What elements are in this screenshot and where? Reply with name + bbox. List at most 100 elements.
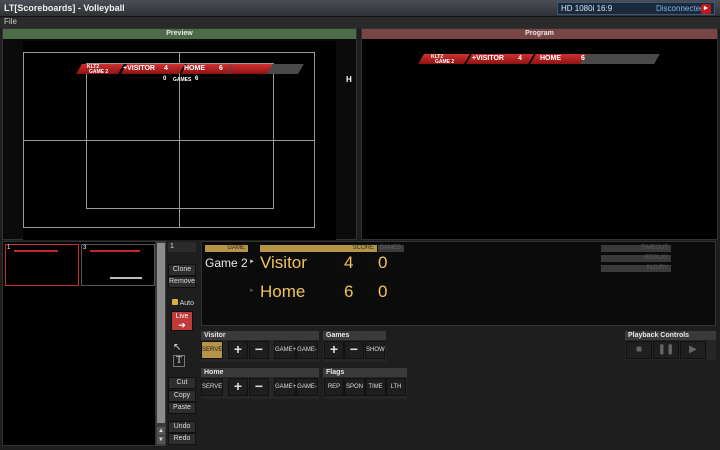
thumbnail-bar <box>90 250 140 252</box>
lt-home: HOME <box>184 65 205 72</box>
games-show-button[interactable]: SHOW <box>365 341 385 359</box>
prog-lt-home-score: 6 <box>581 55 585 62</box>
disconnect-icon[interactable]: ► <box>701 4 711 14</box>
playback-title: Playback Controls <box>625 331 716 340</box>
play-button[interactable]: ▶ <box>680 341 706 359</box>
auto-icon <box>172 299 178 305</box>
visitor-game-plus-button[interactable]: GAME+ <box>274 341 296 359</box>
visitor-game-minus-button[interactable]: GAME- <box>296 341 318 359</box>
thumbnail-index: 3 <box>83 245 87 251</box>
pause-button[interactable]: ❚❚ <box>653 341 679 359</box>
program-pane: Program KLT2 GAME 2 +VISITOR 4 HOME 6 <box>361 28 718 240</box>
visitor-serve-button[interactable]: SERVE <box>201 341 223 359</box>
visitor-team: Visitor <box>260 253 307 272</box>
game-header: GAME <box>205 245 248 252</box>
thumbnail-1[interactable]: 1 <box>5 244 79 286</box>
prog-lt-home: HOME <box>540 55 561 62</box>
visitor-sets: 0 <box>378 253 388 272</box>
timeout-flag: TIMEOUT <box>601 245 671 252</box>
arrow-right-icon: ➔ <box>178 320 186 330</box>
thumbnail-bar-lower <box>110 277 142 279</box>
scroll-down-icon[interactable]: ▼ <box>157 436 165 444</box>
connection-status: Disconnected <box>656 4 705 13</box>
menu-bar: File <box>0 17 720 28</box>
home-minus-button[interactable]: − <box>249 378 269 396</box>
flag-lth-button[interactable]: LTH <box>386 378 406 396</box>
title-bar: LT[Scoreboards] - Volleyball HD 1080i 16… <box>0 0 720 17</box>
program-header: Program <box>362 29 717 39</box>
lower-third-program: KLT2 GAME 2 +VISITOR 4 HOME 6 <box>417 54 662 66</box>
page-thumbnails: 1 3 <box>2 241 156 446</box>
home-score: 6 <box>344 282 354 301</box>
visitor-panel-title: Visitor <box>201 331 319 340</box>
layer-number: 1 <box>168 242 196 252</box>
text-tool-icon[interactable]: T <box>173 355 185 367</box>
auto-label: Auto <box>179 300 194 307</box>
game-label: Game 2 <box>205 256 248 270</box>
scoreboard-display: GAME SCORE GAMES Game 2 ► Visitor 4 0 ► … <box>201 241 716 326</box>
pause-icon: ❚❚ <box>657 344 675 355</box>
lt-games-label: GAMES <box>173 77 192 83</box>
window-title: LT[Scoreboards] - Volleyball <box>4 3 125 13</box>
undo-button[interactable]: Undo <box>168 421 196 433</box>
preview-header: Preview <box>3 29 356 39</box>
visitor-score: 4 <box>344 253 354 272</box>
lt-game: GAME 2 <box>89 69 109 75</box>
injury-flag: INJURY <box>601 265 671 272</box>
redo-button[interactable]: Redo <box>168 433 196 445</box>
thumbnail-index: 1 <box>7 245 11 251</box>
visitor-minus-button[interactable]: − <box>249 341 269 359</box>
home-team: Home <box>260 282 306 301</box>
home-serve-indicator-icon: ► <box>249 288 255 294</box>
output-status: HD 1080i 16:9 Disconnected ► <box>557 2 715 15</box>
preview-pane: Preview KLT2 GAME 2 +VISITOR 4 HOME 6 0 … <box>2 28 357 240</box>
safe-action-guide <box>86 63 274 209</box>
home-game-minus-button[interactable]: GAME- <box>296 378 318 396</box>
flag-spon-button[interactable]: SPON <box>344 378 365 396</box>
lower-third-preview[interactable]: KLT2 GAME 2 +VISITOR 4 HOME 6 0 GAMES 6 <box>75 64 305 83</box>
visitor-plus-button[interactable]: + <box>228 341 248 359</box>
replay-flag: REPLAY <box>601 255 671 262</box>
prog-lt-visitor: +VISITOR <box>472 55 504 62</box>
home-sets: 0 <box>378 282 388 301</box>
program-screen: KLT2 GAME 2 +VISITOR 4 HOME 6 <box>362 39 717 239</box>
serve-indicator-icon: ► <box>249 259 255 265</box>
lt-home-sets: 6 <box>195 76 199 82</box>
menu-file[interactable]: File <box>4 17 17 26</box>
games-panel-title: Games <box>323 331 386 340</box>
remove-button[interactable]: Remove <box>168 276 196 288</box>
lt-home-score: 6 <box>219 65 223 72</box>
live-button[interactable]: Live ➔ <box>171 311 193 331</box>
preview-marker: H <box>346 75 352 84</box>
lt-visitor-sets: 0 <box>163 76 167 82</box>
lt-visitor: +VISITOR <box>123 65 155 72</box>
scrollbar-thumb[interactable] <box>157 243 165 423</box>
flags-panel-title: Flags <box>323 368 407 377</box>
auto-toggle[interactable]: Auto <box>172 299 194 307</box>
paste-button[interactable]: Paste <box>168 402 196 414</box>
home-panel-title: Home <box>201 368 319 377</box>
thumbnail-bar <box>14 250 58 252</box>
home-serve-button[interactable]: SERVE <box>201 378 223 396</box>
copy-button[interactable]: Copy <box>168 390 196 402</box>
clone-button[interactable]: Clone <box>168 264 196 276</box>
select-tool-icon[interactable]: ↖ <box>173 342 185 354</box>
thumbnail-3[interactable]: 3 <box>81 244 155 286</box>
home-game-plus-button[interactable]: GAME+ <box>274 378 296 396</box>
video-format: HD 1080i 16:9 <box>561 4 613 13</box>
sets-header: GAMES <box>378 245 404 252</box>
games-minus-button[interactable]: − <box>344 341 364 359</box>
stop-icon: ■ <box>635 344 643 355</box>
games-plus-button[interactable]: + <box>324 341 344 359</box>
prog-lt-visitor-score: 4 <box>518 55 522 62</box>
stop-button[interactable]: ■ <box>626 341 652 359</box>
flag-time-button[interactable]: TIME <box>365 378 386 396</box>
cut-button[interactable]: Cut <box>168 377 196 389</box>
thumbnail-scrollbar[interactable]: ▲ ▼ <box>156 241 166 446</box>
scroll-up-icon[interactable]: ▲ <box>157 427 165 435</box>
score-header: SCORE <box>260 245 377 252</box>
flag-rep-button[interactable]: REP <box>324 378 344 396</box>
home-plus-button[interactable]: + <box>228 378 248 396</box>
preview-screen[interactable]: KLT2 GAME 2 +VISITOR 4 HOME 6 0 GAMES 6 <box>23 41 336 240</box>
prog-lt-game: GAME 2 <box>435 59 455 65</box>
